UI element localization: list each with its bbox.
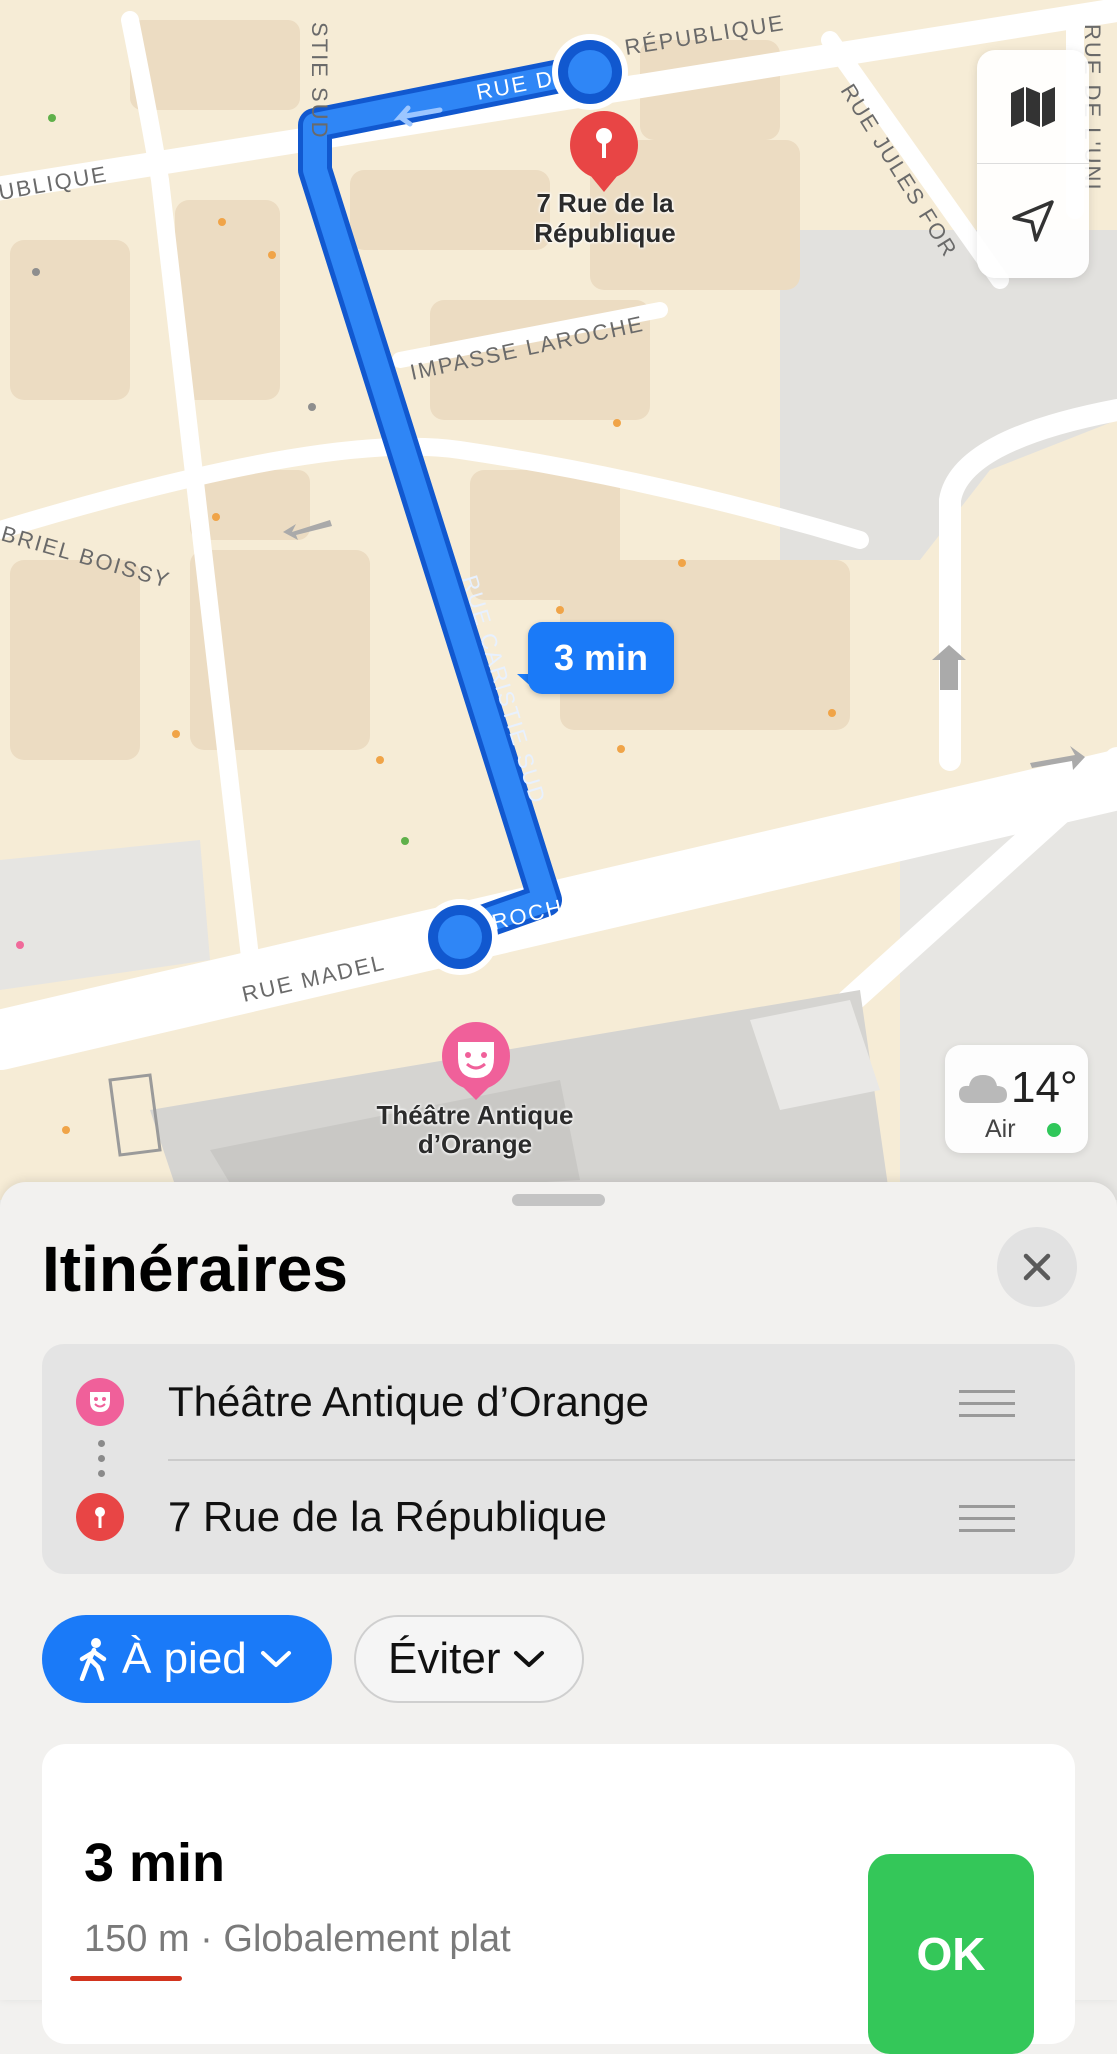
walking-person-icon (79, 1638, 107, 1681)
chevron-down-icon (260, 1651, 291, 1667)
close-button[interactable] (997, 1227, 1077, 1307)
route-to-row[interactable]: 7 Rue de la République (42, 1459, 1075, 1574)
route-from-label: Théâtre Antique d’Orange (168, 1378, 649, 1425)
street-label-caristie-top: STIE SUD (307, 22, 332, 139)
map-view[interactable]: RÉPUBLIQUE RUE D UBLIQUE STIE SUD RUE JU… (0, 0, 1117, 1200)
route-distance: 150 m (84, 1918, 190, 1960)
air-quality-label: Air (985, 1115, 1016, 1143)
sheet-grabber[interactable] (512, 1194, 605, 1206)
location-arrow-icon (1012, 199, 1054, 242)
go-button[interactable]: OK (868, 1854, 1034, 2054)
transport-mode-label: À pied (122, 1634, 247, 1683)
route-from-row[interactable]: Théâtre Antique d’Orange (42, 1344, 1075, 1459)
weather-temperature: 14° (1011, 1063, 1078, 1112)
destination-label[interactable]: 7 Rue de la République (500, 188, 710, 248)
route-option-card[interactable]: 3 min 150 m · Globalement plat OK (42, 1744, 1075, 2054)
route-to-label: 7 Rue de la République (168, 1493, 607, 1540)
route-details: 150 m · Globalement plat (84, 1918, 511, 1960)
current-location-button[interactable] (977, 164, 1089, 277)
cloud-icon (959, 1075, 1007, 1103)
destination-pin-small-icon (76, 1493, 124, 1541)
weather-widget[interactable]: 14° Air (945, 1045, 1088, 1153)
route-endpoints: Théâtre Antique d’Orange 7 Rue de la Rép… (42, 1344, 1075, 1574)
map-icon (1011, 86, 1055, 127)
avoid-options-button[interactable]: Éviter (354, 1615, 584, 1703)
air-quality-indicator (1047, 1123, 1061, 1137)
theatre-label[interactable]: Théâtre Antique d’Orange (350, 1101, 600, 1159)
map-mode-button[interactable] (977, 50, 1089, 163)
annotation-underline (70, 1976, 182, 1981)
route-start-marker (422, 899, 498, 975)
route-terrain: Globalement plat (223, 1918, 511, 1960)
close-icon (1023, 1253, 1051, 1281)
route-duration: 3 min (84, 1833, 226, 1893)
sheet-title: Itinéraires (42, 1233, 348, 1305)
transport-mode-walk-button[interactable]: À pied (42, 1615, 332, 1703)
chevron-down-icon (514, 1651, 545, 1667)
map-controls (977, 50, 1089, 278)
theatre-icon (76, 1378, 124, 1426)
reorder-handle-icon[interactable] (959, 1505, 1015, 1533)
directions-sheet: Itinéraires Théâtre Antique d’Orange 7 R… (0, 1182, 1117, 2054)
reorder-handle-icon[interactable] (959, 1390, 1015, 1418)
route-time-bubble[interactable]: 3 min (528, 622, 674, 694)
avoid-label: Éviter (388, 1634, 501, 1683)
route-end-marker (552, 34, 628, 110)
